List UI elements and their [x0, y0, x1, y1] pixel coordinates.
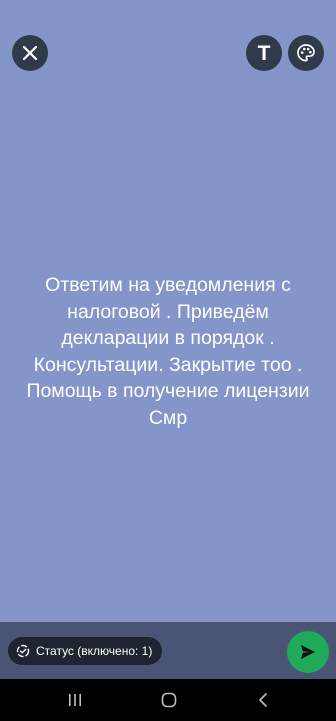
back-icon: [259, 693, 267, 707]
send-icon: [301, 645, 315, 659]
home-icon: [161, 692, 177, 708]
send-button[interactable]: [287, 631, 329, 673]
home-button[interactable]: [158, 689, 180, 711]
palette-icon: [297, 44, 315, 62]
close-icon: [22, 45, 38, 61]
color-palette-button[interactable]: [288, 35, 324, 71]
status-text[interactable]: Ответим на уведомления с налоговой . При…: [18, 272, 318, 431]
status-audience-chip[interactable]: Статус (включено: 1): [8, 637, 163, 665]
status-ring-icon: [16, 644, 30, 658]
back-button[interactable]: [252, 689, 274, 711]
recents-icon: [69, 694, 81, 706]
composer-bar: Статус (включено: 1): [0, 622, 336, 679]
text-tool-label: T: [257, 41, 271, 65]
close-button[interactable]: [12, 35, 48, 71]
system-nav-bar: [0, 679, 336, 721]
recents-button[interactable]: [64, 689, 86, 711]
text-tool-button[interactable]: T: [246, 35, 282, 71]
status-audience-label: Статус (включено: 1): [36, 644, 153, 658]
status-composer-screen: T Ответим на уведомления с налоговой . П…: [0, 0, 336, 721]
